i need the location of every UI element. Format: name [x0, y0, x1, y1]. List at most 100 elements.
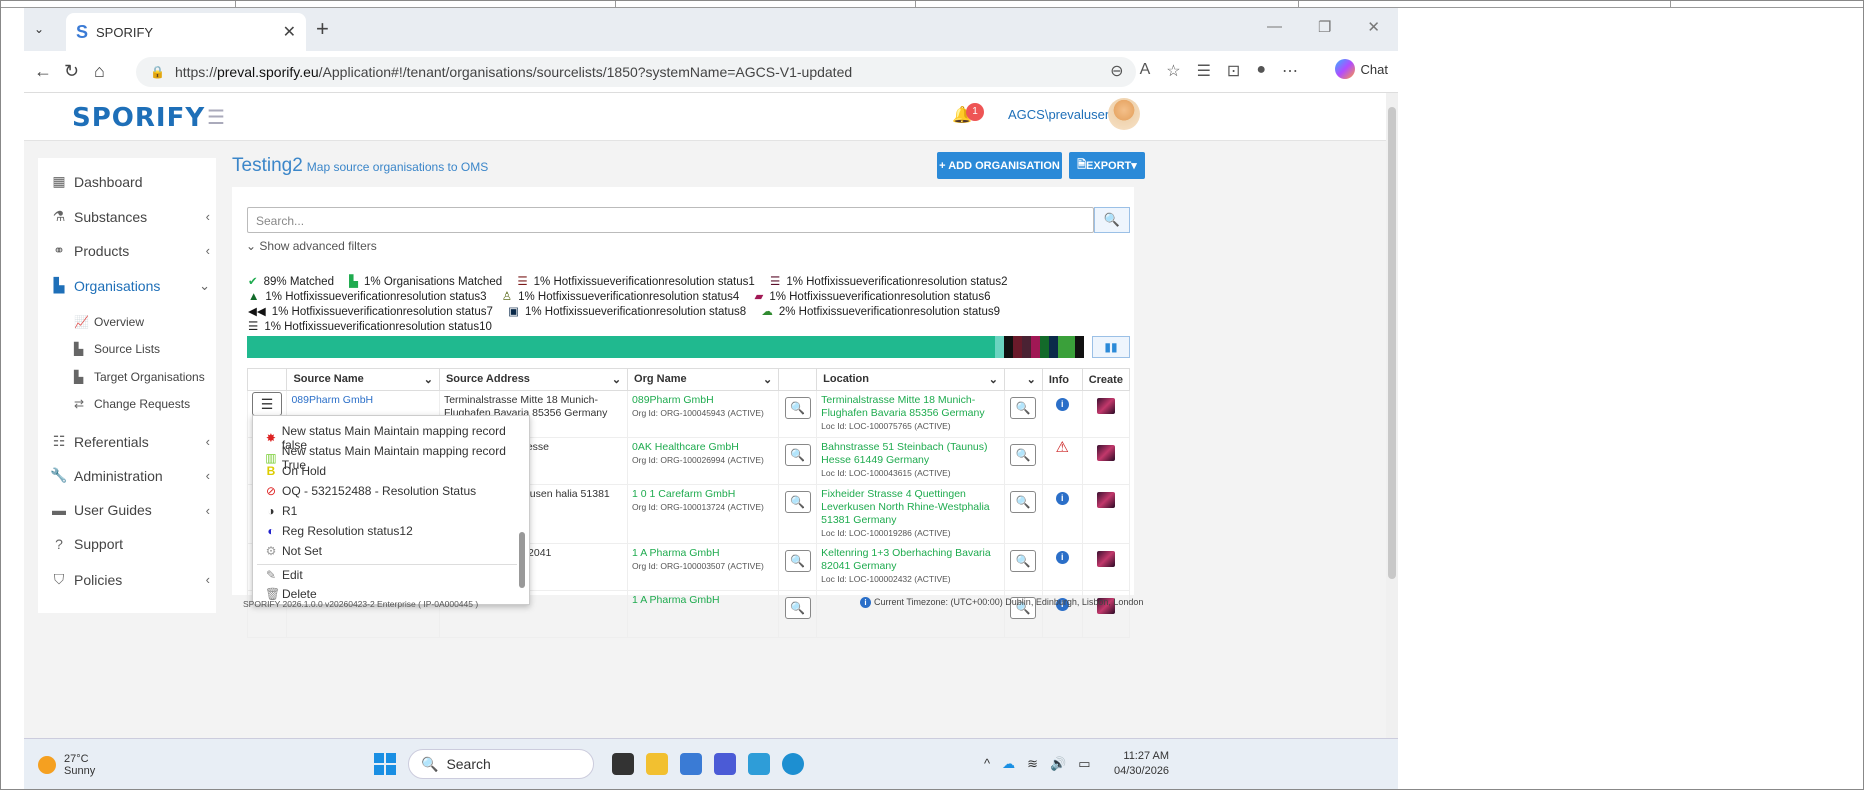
col-location[interactable]: Location ⌄	[816, 368, 1005, 391]
legend-item[interactable]: ▰ 1% Hotfixissueverificationresolution st…	[754, 291, 996, 303]
more-icon[interactable]: ⋯	[1282, 61, 1298, 81]
battery-icon[interactable]: ▭	[1078, 756, 1090, 772]
location-search-button[interactable]: 🔍	[1010, 444, 1037, 466]
refresh-icon[interactable]: ↻	[64, 61, 79, 82]
back-icon[interactable]: ←	[34, 61, 52, 82]
brand-logo[interactable]: SPORIFY	[72, 103, 205, 133]
org-search-button[interactable]: 🔍	[784, 444, 811, 466]
menu-item-status[interactable]: ⊘ OQ - 532152488 - Resolution Status	[265, 484, 476, 498]
profile-icon[interactable]: ●	[1256, 61, 1266, 81]
legend-item[interactable]: ☰ 1% Hotfixissueverificationresolution st…	[248, 321, 498, 333]
legend-item[interactable]: ◀◀ 1% Hotfixissueverificationresolution s…	[248, 306, 499, 318]
favorite-icon[interactable]: ☆	[1166, 61, 1180, 81]
org-name-link[interactable]: 1 A Pharma GmbH	[632, 547, 774, 560]
sidebar-item-support[interactable]: ? Support	[50, 536, 210, 552]
legend-item[interactable]: ☰ 1% Hotfixissueverificationresolution st…	[517, 276, 760, 288]
favorites-list-icon[interactable]: ☰	[1197, 61, 1211, 81]
taskbar-clock[interactable]: 11:27 AM 04/30/2026	[1114, 749, 1169, 779]
dropdown-scrollbar[interactable]	[519, 420, 525, 602]
create-icon[interactable]	[1096, 398, 1115, 414]
legend-item[interactable]: ✔ 89% Matched	[248, 276, 340, 288]
copilot-chat-button[interactable]: Chat	[1334, 59, 1388, 79]
create-icon[interactable]	[1096, 445, 1115, 461]
location-link[interactable]: Terminalstrasse Mitte 18 Munich-Flughafe…	[821, 394, 1000, 420]
location-link[interactable]: Fixheider Strasse 4 Quettingen Leverkuse…	[821, 488, 1000, 527]
new-tab-icon[interactable]: +	[316, 16, 329, 42]
sidebar-item-policies[interactable]: ⛉ Policies ‹	[50, 571, 210, 588]
row-menu-button[interactable]: ☰	[252, 392, 282, 416]
chevron-up-icon[interactable]: ^	[984, 756, 990, 772]
legend-item[interactable]: ▲ 1% Hotfixissueverificationresolution st…	[248, 291, 493, 303]
sidebar-subitem-source-lists[interactable]: ▙ Source Lists	[74, 342, 160, 356]
close-tab-icon[interactable]: ✕	[283, 22, 296, 42]
create-icon[interactable]	[1096, 551, 1115, 567]
create-icon[interactable]	[1096, 492, 1115, 508]
search-button[interactable]: 🔍	[1094, 207, 1130, 233]
extensions-icon[interactable]: ⊡	[1227, 61, 1240, 81]
scroll-thumb[interactable]	[1388, 107, 1396, 579]
zoom-icon[interactable]: ⊖	[1110, 61, 1123, 81]
sidebar-subitem-overview[interactable]: 📈 Overview	[74, 315, 144, 329]
sidebar-subitem-target-organisations[interactable]: ▙ Target Organisations	[74, 370, 205, 384]
edge-dev-icon[interactable]	[748, 753, 770, 775]
info-icon[interactable]: i	[1055, 492, 1069, 505]
tab-list-icon[interactable]: ⌄	[34, 22, 44, 36]
sidebar-item-user-guides[interactable]: ▬ User Guides ‹	[50, 502, 210, 518]
page-scrollbar[interactable]	[1386, 93, 1398, 738]
location-search-button[interactable]: 🔍	[1010, 491, 1037, 513]
advanced-filters-toggle[interactable]: ⌄ Show advanced filters	[246, 239, 377, 253]
sidebar-item-products[interactable]: ⚭ Products ‹	[50, 242, 210, 259]
taskbar-search[interactable]: 🔍 Search	[408, 749, 594, 779]
col-org-name[interactable]: Org Name ⌄	[627, 368, 780, 391]
col-location-search[interactable]: ⌄	[1003, 368, 1043, 391]
legend-item[interactable]: ▣ 1% Hotfixissueverificationresolution st…	[508, 306, 752, 318]
edge-icon[interactable]	[782, 753, 804, 775]
file-explorer-icon[interactable]	[646, 753, 668, 775]
legend-item[interactable]: ☰ 1% Hotfixissueverificationresolution st…	[770, 276, 1013, 288]
menu-item-status[interactable]: ◐ Reg Resolution status12	[265, 524, 412, 538]
chart-toggle-button[interactable]: ▮▮	[1092, 336, 1130, 358]
onedrive-icon[interactable]: ☁	[1002, 756, 1015, 772]
menu-item-status[interactable]: ◑ R1	[265, 504, 297, 518]
source-name-link[interactable]: 089Pharm GmbH	[291, 394, 373, 406]
menu-item-status[interactable]: ⚙ Not Set	[265, 544, 322, 558]
notification-badge[interactable]: 1	[966, 103, 984, 121]
location-link[interactable]: Keltenring 1+3 Oberhaching Bavaria 82041…	[821, 547, 1000, 573]
org-search-button[interactable]: 🔍	[784, 550, 811, 572]
org-name-link[interactable]: 1 0 1 Carefarm GmbH	[632, 488, 774, 501]
menu-item-edit[interactable]: ✎ Edit	[265, 568, 303, 582]
export-button[interactable]: 🗎 EXPORT ▾	[1069, 152, 1145, 179]
scroll-thumb[interactable]	[519, 532, 525, 588]
sidebar-item-administration[interactable]: 🔧 Administration ‹	[50, 467, 210, 484]
warning-icon[interactable]: ⚠	[1047, 440, 1078, 455]
org-name-link[interactable]: 0AK Healthcare GmbH	[632, 441, 774, 454]
org-name-link[interactable]: 089Pharm GmbH	[632, 394, 774, 407]
menu-item-status[interactable]: B On Hold	[265, 464, 326, 478]
org-search-button[interactable]: 🔍	[784, 397, 811, 419]
restore-icon[interactable]: ❐	[1318, 18, 1331, 36]
sidebar-item-referentials[interactable]: ☷ Referentials ‹	[50, 433, 210, 450]
url-field[interactable]: 🔒 https://preval.sporify.eu/Application#…	[136, 57, 1136, 87]
sidebar-item-organisations[interactable]: ▙ Organisations ⌄	[50, 277, 210, 294]
add-organisation-button[interactable]: + ADD ORGANISATION	[937, 152, 1062, 179]
org-search-button[interactable]: 🔍	[784, 491, 811, 513]
teams-icon[interactable]	[714, 753, 736, 775]
wifi-icon[interactable]: ≋	[1027, 756, 1038, 772]
volume-icon[interactable]: 🔊	[1050, 756, 1066, 772]
task-view-icon[interactable]	[612, 753, 634, 775]
avatar[interactable]	[1108, 98, 1140, 130]
col-source-address[interactable]: Source Address ⌄	[438, 368, 629, 391]
org-search-button[interactable]: 🔍	[784, 597, 811, 619]
legend-item[interactable]: ☁ 2% Hotfixissueverificationresolution st…	[761, 306, 1006, 318]
sidebar-item-substances[interactable]: ⚗ Substances ‹	[50, 208, 210, 225]
info-icon[interactable]: i	[1055, 551, 1069, 564]
home-icon[interactable]: ⌂	[94, 61, 105, 82]
close-window-icon[interactable]: ✕	[1367, 18, 1380, 36]
info-icon[interactable]: i	[1055, 398, 1069, 411]
browser-tab[interactable]: S SPORIFY ✕	[66, 13, 306, 51]
menu-toggle-icon[interactable]: ☰	[207, 105, 225, 130]
sidebar-item-dashboard[interactable]: ▦ Dashboard	[50, 173, 210, 190]
status-distribution-bar[interactable]	[247, 336, 1092, 358]
app-icon[interactable]	[680, 753, 702, 775]
location-search-button[interactable]: 🔍	[1010, 550, 1037, 572]
